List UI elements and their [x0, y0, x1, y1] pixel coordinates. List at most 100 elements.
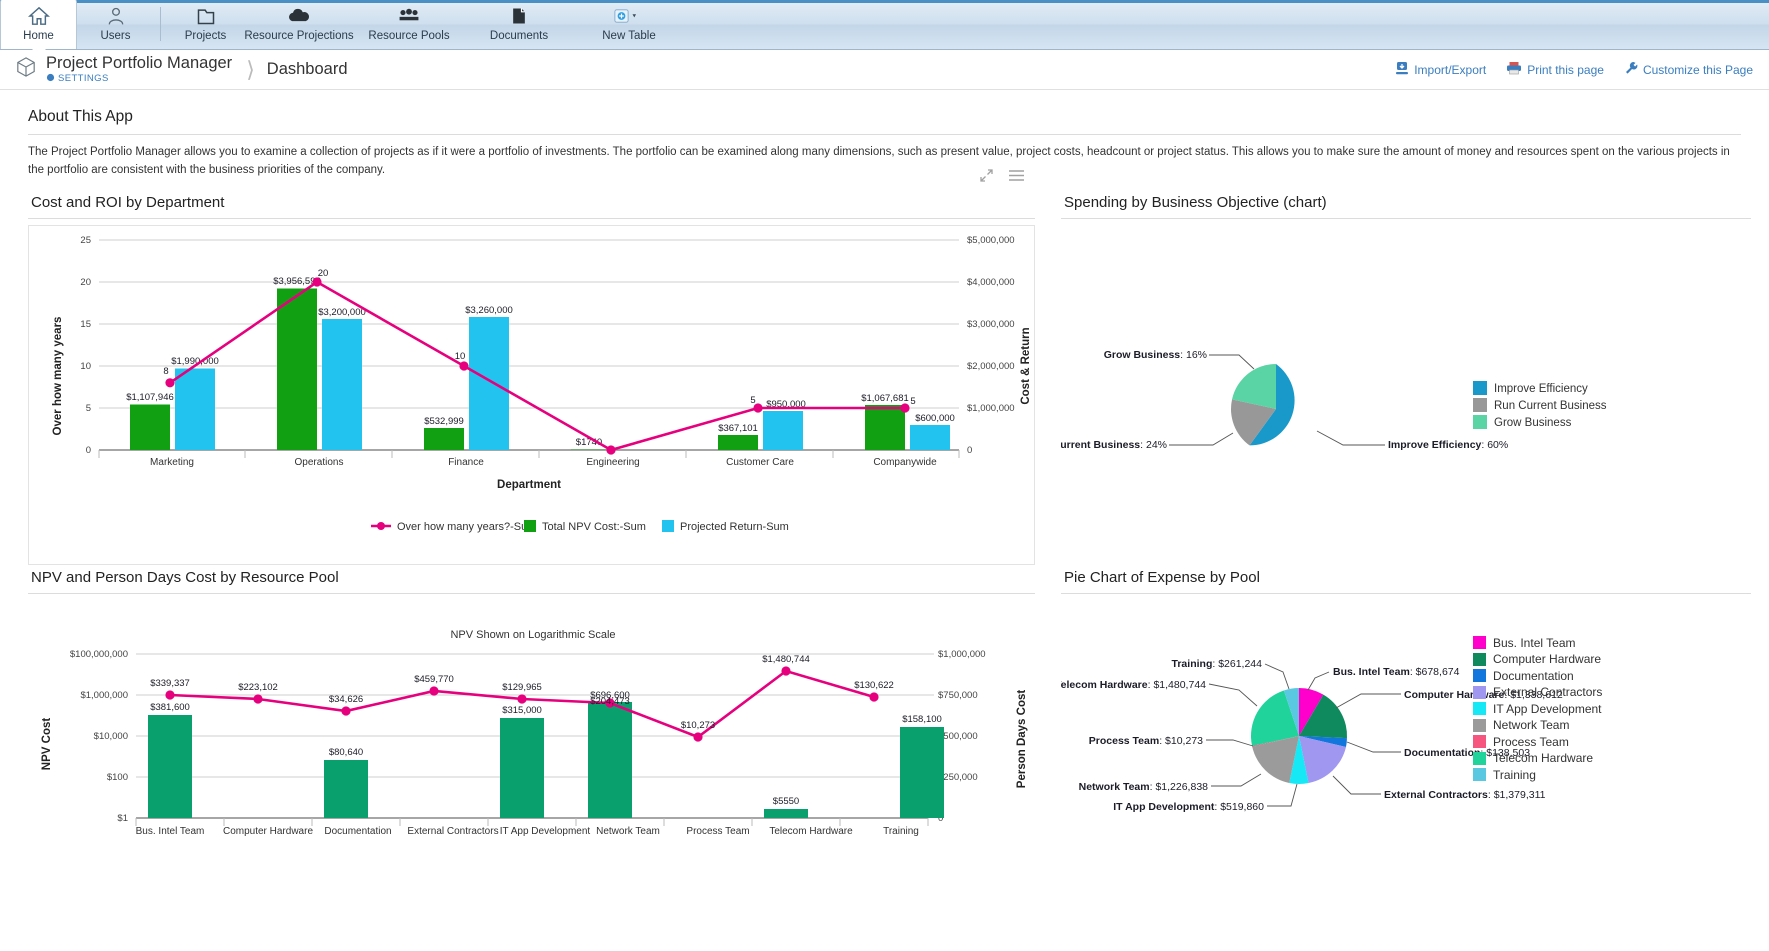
cloud-icon [287, 4, 311, 28]
svg-text:$204,473: $204,473 [590, 696, 630, 707]
new-table-icon [614, 4, 644, 28]
page-title: Project Portfolio Manager [46, 53, 233, 72]
npv-person-svg: NPV Shown on Logarithmic Scale $100,000,… [41, 629, 1028, 837]
svg-text:$4,000,000: $4,000,000 [967, 277, 1015, 288]
printer-icon [1506, 61, 1522, 78]
menu-icon[interactable] [1008, 168, 1025, 188]
legend-label: Network Team [1493, 718, 1570, 733]
nav-label-projects: Projects [184, 30, 227, 42]
legend-item[interactable]: External Contractors [1473, 684, 1602, 701]
nav-label-resource-pools: Resource Pools [368, 30, 450, 42]
customize-page-button[interactable]: Customize this Page [1624, 61, 1753, 78]
legend-item[interactable]: Process Team [1473, 734, 1602, 751]
svg-text:5: 5 [910, 396, 915, 407]
expand-icon[interactable] [979, 168, 994, 188]
nav-item-new-table[interactable]: New Table [574, 0, 684, 49]
svg-text:$532,999: $532,999 [424, 416, 464, 427]
legend-item[interactable]: Computer Hardware [1473, 651, 1602, 668]
import-export-icon [1395, 61, 1409, 78]
pie-expense-svg: Bus. Intel Team: $678,674 Computer Hardw… [1055, 658, 1563, 813]
breadcrumb-current: Dashboard [266, 60, 348, 78]
legend-grow-business: Grow Business [1494, 417, 1572, 429]
svg-text:$100,000,000: $100,000,000 [70, 649, 128, 660]
titlebar-actions: Import/Export Print this page Customize … [1395, 61, 1753, 78]
svg-text:$223,102: $223,102 [238, 682, 278, 693]
legend-swatch [1473, 636, 1486, 650]
legend-swatch [1473, 702, 1486, 716]
svg-text:Training: Training [883, 826, 919, 837]
cost-roi-svg: 25 20 15 10 5 0 $5,000,000 $4,000,000 $3… [52, 235, 1032, 533]
nav-item-projects[interactable]: Projects [167, 0, 244, 49]
svg-text:Network Team: Network Team [596, 826, 660, 837]
nav-item-users[interactable]: Users [77, 0, 154, 49]
legend-item[interactable]: Training [1473, 767, 1602, 784]
nav-label-home: Home [23, 30, 54, 42]
panel-divider-cost-roi [28, 217, 1035, 219]
print-page-button[interactable]: Print this page [1506, 61, 1604, 78]
legend-label: External Contractors [1493, 685, 1603, 700]
nav-item-documents[interactable]: Documents [464, 0, 574, 49]
svg-text:Cost & Return: Cost & Return [1020, 327, 1032, 404]
svg-text:15: 15 [80, 319, 91, 330]
nav-item-home[interactable]: Home [0, 0, 77, 49]
panel-pie-expense: Pie Chart of Expense by Pool Bus. Intel … [1055, 569, 1751, 864]
svg-text:External Contractors: $1,379,3: External Contractors: $1,379,311 [1384, 789, 1546, 801]
legend-label-years: Over how many years?-Sum [397, 521, 536, 533]
import-export-button[interactable]: Import/Export [1395, 61, 1486, 78]
about-heading: About This App [28, 108, 133, 125]
svg-text:Over how many years: Over how many years [52, 316, 64, 435]
svg-text:5: 5 [750, 395, 755, 406]
legend-item[interactable]: IT App Development [1473, 701, 1602, 718]
nav-label-new-table: New Table [602, 30, 656, 42]
group-icon [397, 4, 421, 28]
spending-pie-svg: Grow Business: 16% Run Current Business:… [1029, 349, 1607, 451]
svg-text:0: 0 [967, 445, 972, 456]
legend-swatch [1473, 751, 1486, 765]
svg-text:Finance: Finance [448, 457, 484, 468]
legend-label: Documentation [1493, 668, 1574, 683]
svg-text:Telecom Hardware: Telecom Hardware [769, 826, 853, 837]
svg-text:$3,260,000: $3,260,000 [465, 305, 513, 316]
import-export-label: Import/Export [1414, 62, 1487, 77]
wrench-icon [1624, 61, 1638, 78]
nav-item-resource-projections[interactable]: Resource Projections [244, 0, 354, 49]
settings-link[interactable]: SETTINGS [46, 73, 232, 85]
svg-text:25: 25 [80, 235, 91, 246]
nav-label-resource-projections: Resource Projections [244, 30, 354, 42]
legend-improve-efficiency: Improve Efficiency [1494, 383, 1588, 395]
svg-text:Customer Care: Customer Care [726, 457, 794, 468]
svg-text:$1,107,946: $1,107,946 [126, 392, 174, 403]
settings-gear-icon [46, 73, 55, 85]
svg-text:Improve Efficiency: 60%: Improve Efficiency: 60% [1388, 439, 1508, 451]
svg-text:10: 10 [455, 351, 466, 362]
nav-item-resource-pools[interactable]: Resource Pools [354, 0, 464, 49]
svg-text:Engineering: Engineering [586, 457, 639, 468]
chart-spending: Grow Business: 16% Run Current Business:… [1029, 219, 1751, 565]
legend-run-current-business: Run Current Business [1494, 400, 1607, 412]
svg-text:$100: $100 [107, 772, 128, 783]
legend-swatch [1473, 735, 1486, 749]
legend-swatch [1473, 718, 1486, 732]
panel-npv-person: NPV and Person Days Cost by Resource Poo… [28, 569, 1035, 864]
legend-item[interactable]: Bus. Intel Team [1473, 635, 1602, 652]
legend-label-projected-return: Projected Return-Sum [680, 521, 789, 533]
about-body: The Project Portfolio Manager allows you… [28, 146, 1730, 176]
app-title-bar: Project Portfolio Manager SETTINGS ⟩ Das… [0, 50, 1769, 90]
legend-label: Process Team [1493, 734, 1569, 749]
svg-text:Process Team: $10,273: Process Team: $10,273 [1089, 735, 1203, 747]
user-icon [106, 4, 126, 28]
legend-item[interactable]: Telecom Hardware [1473, 750, 1602, 767]
legend-item[interactable]: Network Team [1473, 717, 1602, 734]
svg-text:20: 20 [318, 268, 329, 279]
print-page-label: Print this page [1527, 62, 1604, 77]
legend-swatch [1473, 669, 1486, 683]
svg-text:$3,200,000: $3,200,000 [318, 307, 366, 318]
svg-text:10: 10 [80, 361, 91, 372]
legend-item[interactable]: Documentation [1473, 668, 1602, 685]
chart-pie-expense: Bus. Intel Team: $678,674 Computer Hardw… [1055, 594, 1751, 864]
panel-spending: Spending by Business Objective (chart) G… [1029, 194, 1751, 565]
svg-text:$5550: $5550 [773, 796, 799, 807]
svg-text:$381,600: $381,600 [150, 702, 190, 713]
svg-text:0: 0 [86, 445, 91, 456]
legend-swatch [1473, 652, 1486, 666]
